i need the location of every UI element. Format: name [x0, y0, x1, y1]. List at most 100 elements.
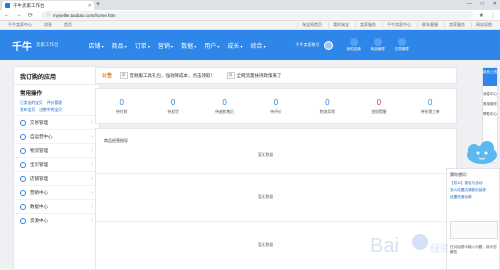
right-panel-item[interactable]: 常用操作	[483, 102, 497, 106]
strip-link[interactable]: 首页	[64, 22, 72, 28]
source-icon	[20, 217, 26, 224]
strip-link[interactable]: 我的淘宝	[328, 22, 349, 28]
favicon-icon	[5, 3, 10, 8]
right-panel-item[interactable]: 消息中心	[483, 92, 497, 96]
reload-icon[interactable]: ⟳	[28, 12, 33, 19]
notice-link[interactable]: 全网流量扶持政策来了	[237, 73, 282, 79]
strip-link[interactable]: 网站导航	[471, 22, 492, 28]
divider	[96, 221, 456, 222]
empty-state: 暂无数据	[258, 243, 274, 247]
strip-link[interactable]: 联系客服	[417, 22, 438, 28]
stat-item[interactable]: 0 物流异常	[302, 98, 353, 115]
maximize-button[interactable]: □	[481, 1, 484, 7]
goods-icon	[373, 38, 382, 46]
browser-menu-icon[interactable]: ⋮	[490, 12, 496, 19]
nav-goods[interactable]: 商品	[112, 41, 127, 50]
shortcut-trade[interactable]: 交易管理	[395, 38, 409, 52]
order-stats: 0 待付款 0 待发货 0 待退款售后 0 待评价 0 物流异常 0 违规提醒 0 待处理工单	[95, 88, 457, 124]
quick-link-reviews[interactable]: 评价管理	[47, 101, 62, 106]
strip-link[interactable]: 卖家服务	[444, 22, 465, 28]
notice-tag: 新	[227, 72, 235, 79]
sidebar-item-logistics[interactable]: 物流管理 ›	[14, 143, 99, 157]
notice-tag: 新	[120, 72, 128, 79]
stat-value: 0	[119, 97, 124, 107]
chat-question[interactable]: 【双11】报名与活动	[450, 181, 496, 186]
tab-title: 千牛卖家工作台	[13, 2, 45, 8]
stat-item[interactable]: 0 违规提醒	[353, 98, 404, 115]
quick-link-publish[interactable]: 发布宝贝	[20, 108, 35, 113]
brand-subtitle: 卖家工作台	[36, 42, 59, 47]
chevron-right-icon: ›	[91, 217, 93, 224]
sidebar-section-title: 常用操作	[20, 91, 43, 97]
sidebar-item-shop[interactable]: 店铺管理 ›	[14, 171, 99, 185]
stat-value: 0	[170, 97, 176, 107]
browser-tab[interactable]: 千牛卖家工作台 ×	[2, 1, 94, 10]
nav-marketing[interactable]: 营销	[158, 41, 173, 50]
strip-link[interactable]: 千牛卖家中心	[382, 22, 411, 28]
info-icon: ⓘ	[46, 12, 51, 17]
strip-link[interactable]: 消息	[44, 22, 52, 28]
strip-link[interactable]: 卖家服务	[355, 22, 376, 28]
stat-label: 待发货	[167, 109, 179, 114]
nav-general[interactable]: 综合	[250, 41, 265, 50]
sidebar-item-trade[interactable]: 交易管理 ›	[14, 115, 99, 129]
back-icon[interactable]: ←	[4, 12, 10, 18]
shortcut-shop[interactable]: 我的店铺	[347, 38, 361, 52]
sidebar-title: 我订购的应用	[14, 67, 99, 85]
quick-link-onsale[interactable]: 出售中的宝贝	[39, 108, 62, 113]
tab-close-icon[interactable]: ×	[88, 3, 91, 9]
chat-input[interactable]	[450, 221, 498, 239]
data-icon	[20, 203, 26, 210]
sidebar-item-goods[interactable]: 宝贝管理 ›	[14, 157, 99, 171]
stat-label: 待退款售后	[215, 109, 235, 114]
nav-data[interactable]: 数据	[181, 41, 196, 50]
shortcut-goods[interactable]: 商品管理	[371, 38, 385, 52]
chat-question[interactable]: 怎么设置店铺首页装修	[450, 188, 496, 193]
right-panel-active-item[interactable]: 新品上线	[483, 68, 497, 86]
logistics-icon	[20, 147, 26, 154]
chat-tip: 在对话框中输入问题，我为您解答	[450, 245, 497, 254]
stat-value: 0	[428, 97, 433, 107]
user-menu[interactable]: 千牛卖家账号	[296, 40, 333, 50]
chevron-right-icon: ›	[91, 119, 93, 126]
stat-value: 0	[273, 97, 279, 107]
nav-users[interactable]: 用户	[204, 41, 219, 50]
nav-orders[interactable]: 订单	[135, 41, 150, 50]
stat-label: 违规提醒	[371, 109, 387, 114]
stat-item[interactable]: 0 待退款售后	[199, 98, 250, 115]
nav-growth[interactable]: 成长	[227, 41, 242, 50]
bookmark-star-icon[interactable]: ★	[479, 12, 484, 19]
mascot-cloud-icon[interactable]	[463, 140, 500, 166]
right-panel-item[interactable]: 帮助中心	[483, 112, 497, 116]
sidebar: 我订购的应用 常用操作 已卖出的宝贝 评价管理 发布宝贝 出售中的宝贝 交易管理…	[13, 66, 100, 270]
empty-state: 暂无数据	[258, 195, 274, 199]
stat-item[interactable]: 0 待评价	[250, 98, 301, 115]
window-controls: — □ ✕	[467, 1, 497, 7]
brand-logo[interactable]: 千牛	[12, 38, 32, 53]
stat-item[interactable]: 0 待发货	[147, 98, 198, 115]
quick-link-sold[interactable]: 已卖出的宝贝	[20, 101, 43, 106]
sidebar-item-marketing[interactable]: 营销中心 ›	[14, 185, 99, 199]
strip-link[interactable]: 千牛卖家中心	[8, 22, 32, 28]
notice-link[interactable]: 音频服工具礼包，强效降成本，点击领取！	[130, 73, 216, 79]
divider	[96, 173, 456, 174]
url-input[interactable]: ⓘ myseller.taobao.com/home.htm	[41, 11, 473, 19]
stat-item[interactable]: 0 待处理工单	[405, 98, 456, 115]
chat-question[interactable]: 设置快递包邮	[450, 195, 496, 200]
strip-link[interactable]: 淘宝网首页	[297, 22, 322, 28]
sidebar-item-self-operation[interactable]: 自运营中心 ›	[14, 129, 99, 143]
chevron-right-icon: ›	[91, 161, 93, 168]
forward-icon[interactable]: →	[16, 12, 22, 18]
close-window-button[interactable]: ✕	[493, 1, 497, 7]
stat-value: 0	[222, 97, 227, 107]
trade-icon	[397, 38, 406, 46]
avatar[interactable]	[323, 40, 333, 50]
chevron-right-icon: ›	[91, 147, 93, 154]
nav-shop[interactable]: 店铺	[89, 41, 104, 50]
sidebar-item-source[interactable]: 货源中心 ›	[14, 213, 99, 227]
new-tab-button[interactable]: +	[96, 1, 100, 8]
sidebar-item-data[interactable]: 数据中心 ›	[14, 199, 99, 213]
stat-item[interactable]: 0 待付款	[96, 98, 147, 115]
minimize-button[interactable]: —	[467, 1, 472, 7]
stat-label: 物流异常	[319, 109, 335, 114]
